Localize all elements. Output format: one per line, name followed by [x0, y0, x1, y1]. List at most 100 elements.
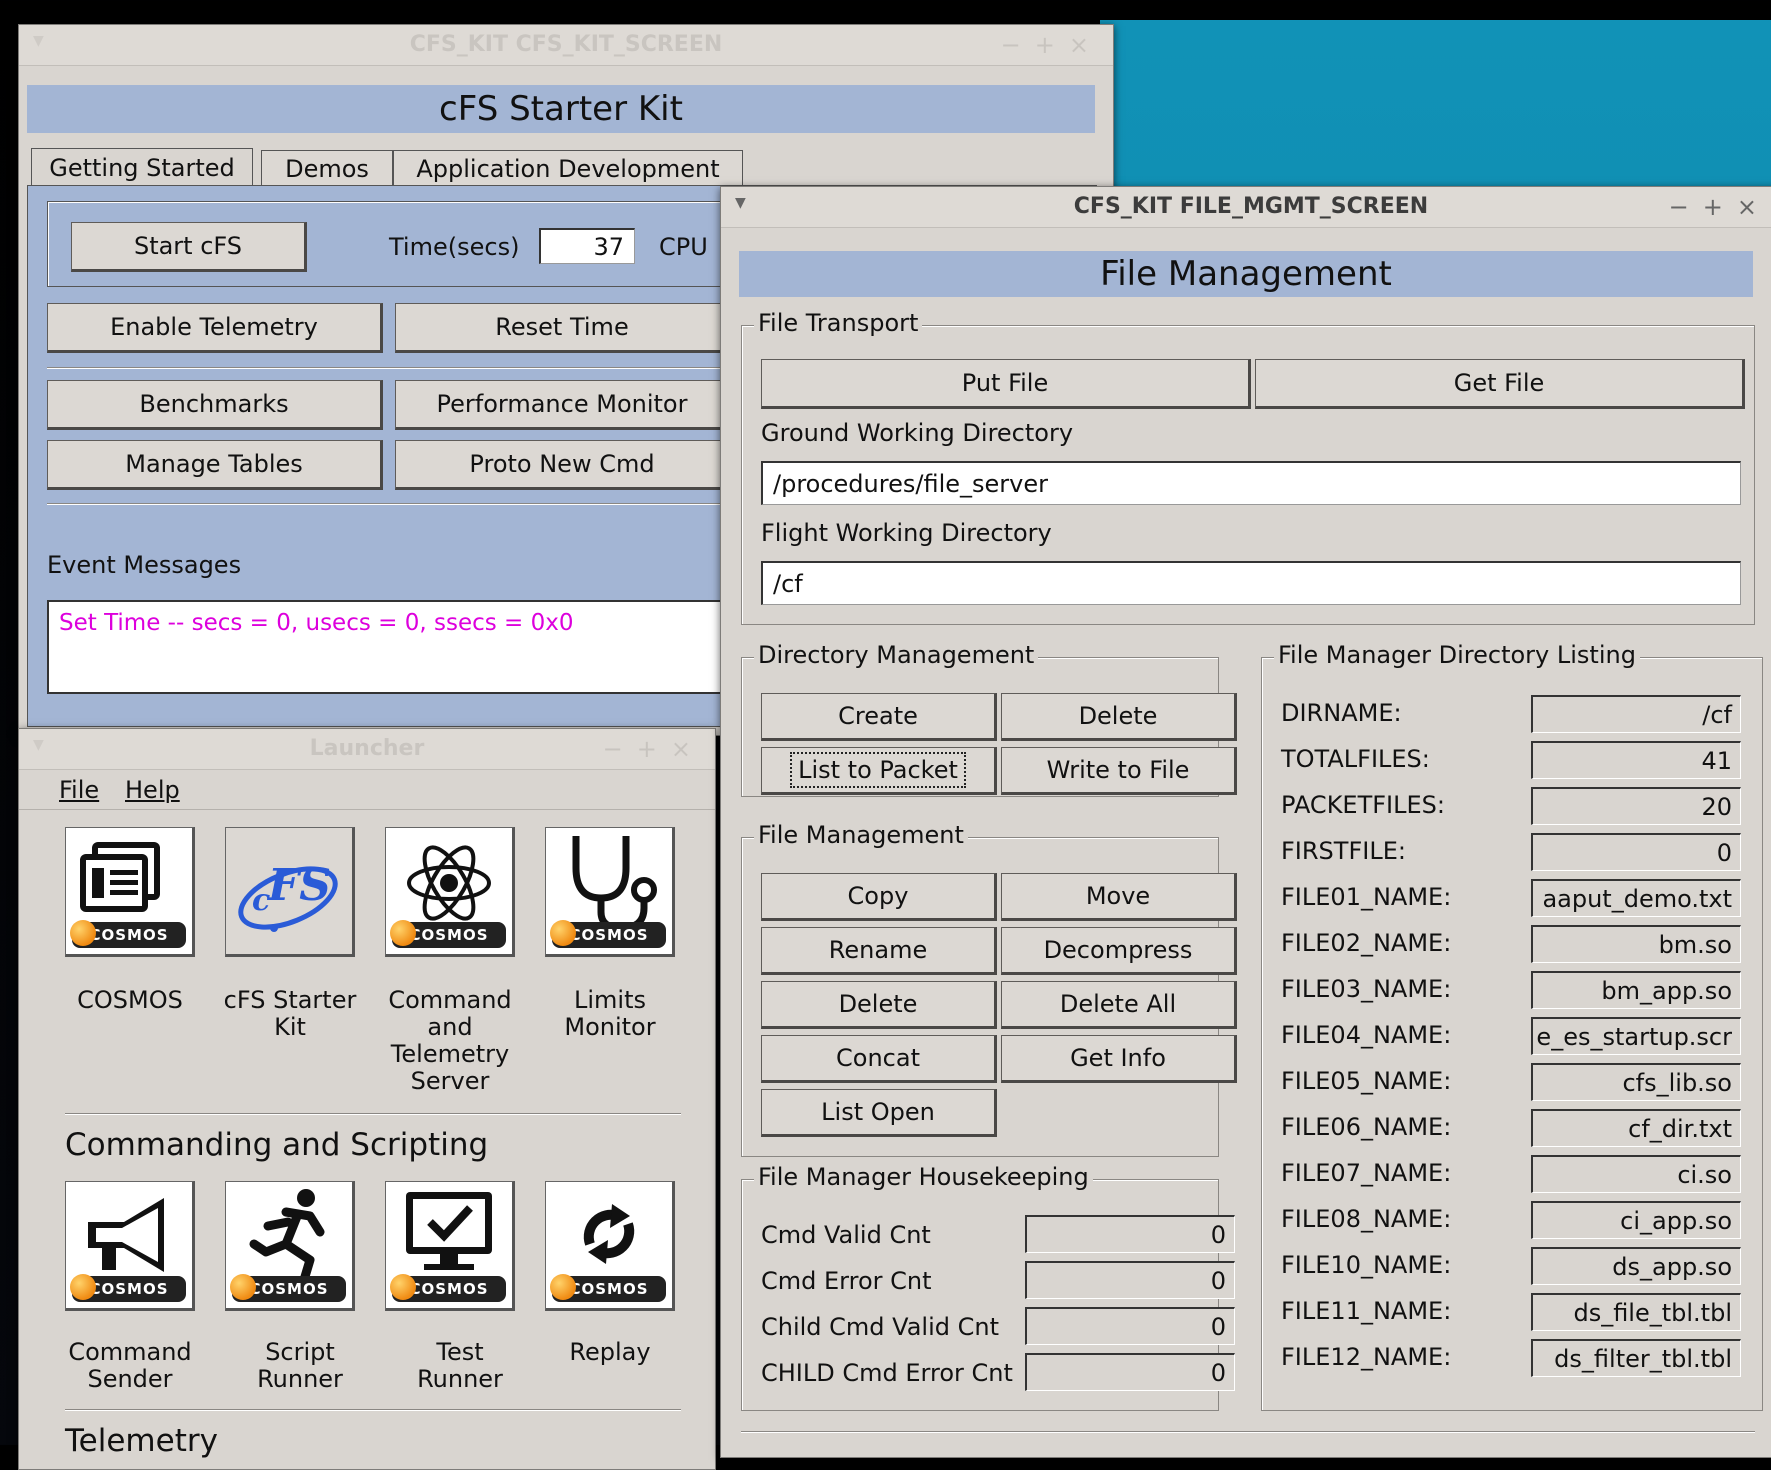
list-open-button[interactable]: List Open [761, 1089, 997, 1137]
file-mgmt-titlebar[interactable]: ▼ CFS_KIT FILE_MGMT_SCREEN −+× [721, 187, 1771, 228]
performance-monitor-button[interactable]: Performance Monitor [395, 380, 731, 430]
listing-value: bm_app.so [1531, 971, 1741, 1009]
launcher-window-controls[interactable]: −+× [603, 729, 705, 769]
listing-label: FILE12_NAME: [1281, 1343, 1452, 1371]
listing-label: DIRNAME: [1281, 699, 1402, 727]
manage-tables-button[interactable]: Manage Tables [47, 440, 383, 490]
ground-dir-value: /procedures/file_server [773, 469, 1048, 498]
kit-separator-2 [47, 503, 737, 505]
concat-button[interactable]: Concat [761, 1035, 997, 1083]
tab-getting-started[interactable]: Getting Started [31, 148, 253, 186]
cosmos-app-tile[interactable]: COSMOS [65, 827, 195, 957]
benchmarks-button[interactable]: Benchmarks [47, 380, 383, 430]
menu-help[interactable]: Help [125, 776, 180, 804]
file-window-controls[interactable]: −+× [1669, 187, 1771, 227]
hk-value-cmd-error: 0 [1025, 1261, 1235, 1299]
move-button[interactable]: Move [1001, 873, 1237, 921]
file-transport-legend: File Transport [754, 309, 923, 337]
listing-value-text: ds_app.so [1612, 1252, 1732, 1281]
housekeeping-legend: File Manager Housekeeping [754, 1163, 1093, 1191]
get-info-label: Get Info [1070, 1044, 1166, 1072]
section-commanding-scripting: Commanding and Scripting [65, 1127, 489, 1163]
cfs-logo-icon: c FS [238, 860, 338, 932]
start-cfs-button[interactable]: Start cFS [71, 222, 307, 272]
listing-value: aaput_demo.txt [1531, 879, 1741, 917]
file-management-legend: File Management [754, 821, 968, 849]
listing-value-text: bm.so [1658, 930, 1732, 959]
section-telemetry: Telemetry [65, 1423, 218, 1459]
write-to-file-button[interactable]: Write to File [1001, 747, 1237, 795]
tab-demos[interactable]: Demos [261, 150, 393, 186]
tab-application-development[interactable]: Application Development [393, 150, 743, 186]
listing-label: FIRSTFILE: [1281, 837, 1406, 865]
kit-window-title: CFS_KIT CFS_KIT_SCREEN [409, 32, 723, 57]
kit-titlebar[interactable]: ▼ CFS_KIT CFS_KIT_SCREEN −+× [19, 25, 1113, 66]
launcher-titlebar[interactable]: ▼ Launcher −+× [19, 729, 715, 770]
app-label-script-runner: Script Runner [257, 1338, 343, 1393]
command-sender-tile[interactable]: COSMOS [65, 1181, 195, 1311]
app-label-command-sender: Command Sender [68, 1338, 192, 1393]
listing-value: cfs_lib.so [1531, 1063, 1741, 1101]
window-controls[interactable]: −+× [1001, 25, 1103, 65]
kit-banner: cFS Starter Kit [27, 85, 1095, 133]
hk-label-cmd-valid: Cmd Valid Cnt [761, 1221, 931, 1249]
kit-banner-text: cFS Starter Kit [439, 89, 683, 129]
listing-value-text: cf_dir.txt [1628, 1114, 1732, 1143]
listing-value-text: ds_file_tbl.tbl [1573, 1298, 1732, 1327]
launcher-window: ▼ Launcher −+× File Help COSMOS c FS COS… [18, 728, 716, 1470]
delete-all-button[interactable]: Delete All [1001, 981, 1237, 1029]
tab-appdev-label: Application Development [416, 154, 720, 183]
cmd-tlm-server-tile[interactable]: COSMOS [385, 827, 515, 957]
get-info-button[interactable]: Get Info [1001, 1035, 1237, 1083]
decompress-label: Decompress [1043, 936, 1193, 964]
listing-label: FILE07_NAME: [1281, 1159, 1452, 1187]
cosmos-badge-text: COSMOS [569, 1280, 649, 1298]
flight-dir-input[interactable]: /cf [761, 561, 1741, 605]
delete-file-button[interactable]: Delete [761, 981, 997, 1029]
app-label-cosmos: COSMOS [77, 986, 183, 1014]
copy-button[interactable]: Copy [761, 873, 997, 921]
proto-new-cmd-button[interactable]: Proto New Cmd [395, 440, 731, 490]
put-file-button[interactable]: Put File [761, 359, 1251, 409]
script-runner-tile[interactable]: COSMOS [225, 1181, 355, 1311]
hk-value-cmd-valid: 0 [1025, 1215, 1235, 1253]
cosmos-badge: COSMOS [550, 920, 666, 948]
listing-value: ds_filter_tbl.tbl [1531, 1339, 1741, 1377]
get-file-button[interactable]: Get File [1255, 359, 1745, 409]
file-banner: File Management [739, 251, 1753, 297]
enable-telemetry-button[interactable]: Enable Telemetry [47, 303, 383, 353]
cpu-label: CPU [659, 233, 708, 261]
decompress-button[interactable]: Decompress [1001, 927, 1237, 975]
listing-value: bm.so [1531, 925, 1741, 963]
replay-tile[interactable]: COSMOS [545, 1181, 675, 1311]
listing-value-text: bm_app.so [1601, 976, 1732, 1005]
test-runner-tile[interactable]: COSMOS [385, 1181, 515, 1311]
launcher-menubar: File Help [19, 769, 715, 810]
ground-dir-label: Ground Working Directory [761, 419, 1074, 447]
ground-dir-input[interactable]: /procedures/file_server [761, 461, 1741, 505]
list-to-packet-button[interactable]: List to Packet [761, 747, 997, 795]
limits-monitor-tile[interactable]: COSMOS [545, 827, 675, 957]
put-file-label: Put File [961, 369, 1049, 397]
cfs-starter-kit-tile[interactable]: c FS [225, 827, 355, 957]
time-label: Time(secs) [389, 233, 520, 261]
listing-label: TOTALFILES: [1281, 745, 1430, 773]
listing-value-text: 20 [1701, 792, 1732, 821]
reset-time-button[interactable]: Reset Time [395, 303, 731, 353]
app-label-replay: Replay [569, 1338, 651, 1366]
menu-file[interactable]: File [59, 776, 99, 804]
flight-dir-label: Flight Working Directory [761, 519, 1052, 547]
manage-tables-label: Manage Tables [125, 450, 303, 478]
list-open-label: List Open [821, 1098, 935, 1126]
reset-time-label: Reset Time [495, 313, 629, 341]
cosmos-badge: COSMOS [230, 1274, 346, 1302]
svg-text:FS: FS [266, 860, 331, 911]
hk-value-child-cmd-valid-text: 0 [1210, 1312, 1226, 1341]
delete-dir-label: Delete [1078, 702, 1158, 730]
listing-label: PACKETFILES: [1281, 791, 1445, 819]
hk-label-child-cmd-error: CHILD Cmd Error Cnt [761, 1359, 1013, 1387]
delete-dir-button[interactable]: Delete [1001, 693, 1237, 741]
listing-value-text: 41 [1701, 746, 1732, 775]
rename-button[interactable]: Rename [761, 927, 997, 975]
create-dir-button[interactable]: Create [761, 693, 997, 741]
